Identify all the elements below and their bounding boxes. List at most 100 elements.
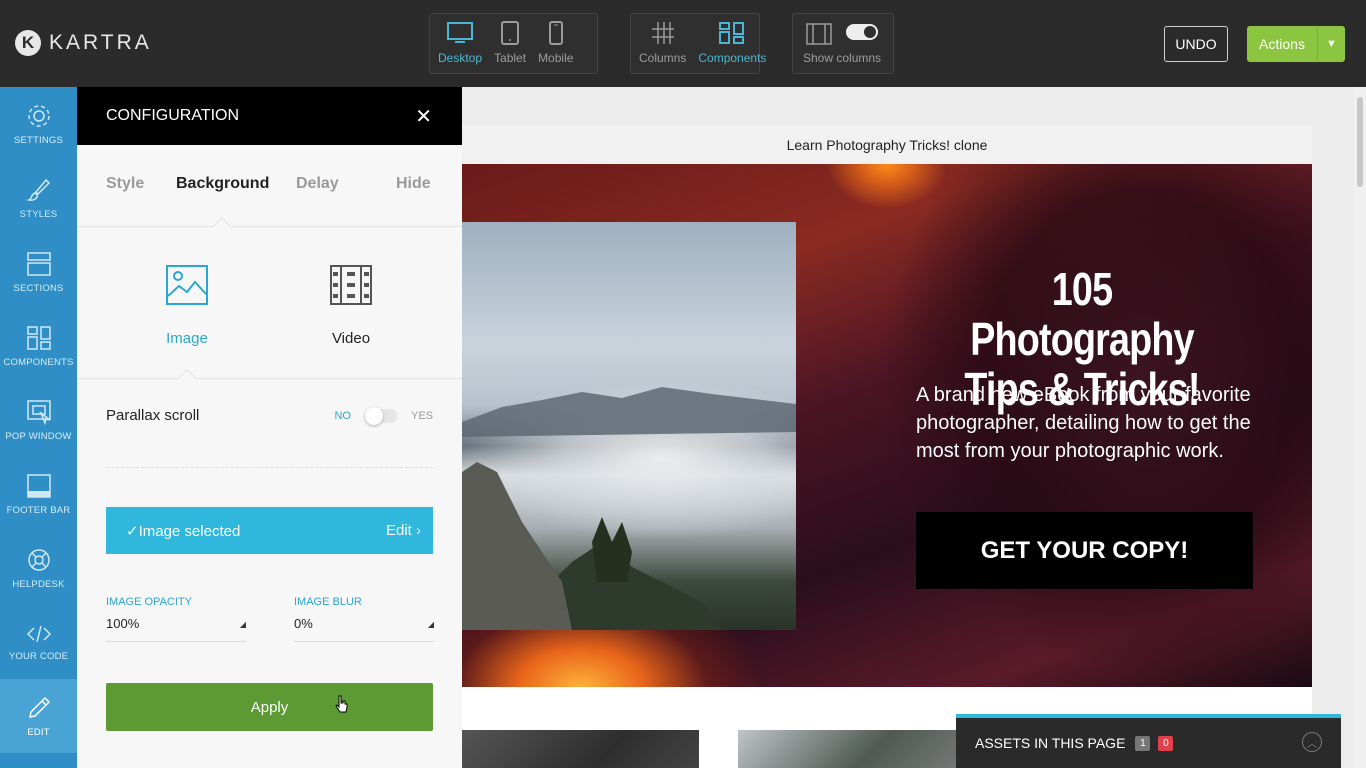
undo-button[interactable]: UNDO [1164,26,1228,62]
sidebar-label-your-code: YOUR CODE [8,650,69,662]
parallax-switch[interactable] [364,407,397,425]
sidebar-item-helpdesk[interactable]: HELPDESK [0,531,77,605]
sections-icon [26,251,51,276]
hero-section[interactable]: 105 Photography Tips & Tricks! A brand n… [462,164,1312,687]
sidebar-item-your-code[interactable]: YOUR CODE [0,605,77,679]
logo-mark: K [15,30,41,56]
assets-bar[interactable]: ASSETS IN THIS PAGE 1 0 ︿ [956,714,1341,768]
hero-subtitle[interactable]: A brand new eBook from your favorite pho… [916,381,1256,465]
tab-style[interactable]: Style [106,175,144,193]
canvas-scrollbar[interactable] [1354,87,1366,768]
gear-icon [27,104,50,127]
top-bar: K KARTRA Desktop Tablet Mobile Columns C… [0,0,1366,87]
parallax-toggle[interactable]: NO YES [334,407,433,425]
sidebar-label-pop-window: POP WINDOW [5,430,72,442]
apply-button[interactable]: Apply [106,683,433,731]
dropdown-arrow-icon: ◢ [427,620,434,629]
page-title: Learn Photography Tricks! clone [462,125,1312,164]
brush-icon [25,178,50,201]
mobile-view-button[interactable]: Mobile [532,14,579,73]
lifebuoy-icon [27,548,50,571]
chevron-up-icon[interactable]: ︿ [1302,732,1322,752]
image-blur-label: IMAGE BLUR [294,596,362,608]
media-option-video[interactable]: Video [291,264,411,347]
columns-button[interactable]: Columns [633,14,692,73]
components-button[interactable]: Components [692,14,772,73]
layout-group: Columns Components [630,13,766,74]
configuration-header: CONFIGURATION ✕ [77,87,462,145]
sidebar-item-styles[interactable]: STYLES [0,161,77,235]
close-icon[interactable]: ✕ [415,104,432,129]
image-blur-field: IMAGE BLUR 0% ◢ [294,596,434,642]
sidebar-label-footer-bar: FOOTER BAR [6,504,71,516]
components-icon [26,325,51,350]
image-blur-value: 0% [294,616,313,631]
image-selected-label: ✓Image selected [126,522,241,540]
image-opacity-select[interactable]: 100% ◢ [106,616,246,642]
landscape-photo-overlay [462,387,796,630]
components-label: Components [698,51,767,65]
device-view-group: Desktop Tablet Mobile [429,13,598,74]
assets-error-badge: 0 [1158,735,1174,751]
parallax-yes-label: YES [410,410,433,422]
sidebar-label-settings: SETTINGS [13,134,64,146]
tablet-label: Tablet [494,51,527,65]
config-tabs: Style Background Delay Hide [77,145,462,237]
tab-delay[interactable]: Delay [296,175,339,193]
logo-text: KARTRA [49,31,152,54]
media-label-image: Image [166,330,208,347]
sidebar-item-pop-window[interactable]: POP WINDOW [0,383,77,457]
kartra-logo[interactable]: K KARTRA [15,30,152,56]
actions-button[interactable]: Actions ▼ [1247,26,1345,62]
mobile-icon [548,21,563,45]
media-type-selector: Image Video [77,227,462,389]
sidebar-label-sections: SECTIONS [13,282,64,294]
sidebar-label-components: COMPONENTS [3,356,74,368]
desktop-view-button[interactable]: Desktop [432,14,488,73]
parallax-no-label: NO [334,410,351,422]
show-columns-toggle[interactable]: Show columns [795,14,887,73]
sidebar-item-edit[interactable]: EDIT [0,679,77,753]
media-option-image[interactable]: Image [127,264,247,347]
media-label-video: Video [331,330,371,347]
get-your-copy-button[interactable]: GET YOUR COPY! [916,512,1253,589]
show-columns-switch[interactable] [846,24,879,40]
tablet-view-button[interactable]: Tablet [488,14,532,73]
tab-hide[interactable]: Hide [396,175,431,193]
dropdown-arrow-icon: ◢ [239,620,246,629]
sidebar-label-edit: EDIT [27,726,50,738]
image-selected-bar[interactable]: ✓Image selected Edit › [106,507,433,554]
image-icon [166,265,208,305]
columns-label: Columns [639,51,687,65]
tablet-icon [501,21,520,45]
image-blur-select[interactable]: 0% ◢ [294,616,434,642]
active-media-indicator [177,369,197,389]
film-strip-icon [330,265,372,305]
image-opacity-label: IMAGE OPACITY [106,596,192,608]
mobile-label: Mobile [538,51,574,65]
image-opacity-value: 100% [106,616,140,631]
tab-background[interactable]: Background [176,175,269,193]
configuration-panel: CONFIGURATION ✕ Style Background Delay H… [77,87,462,768]
show-columns-group: Show columns [792,13,894,74]
scrollbar-thumb[interactable] [1357,97,1363,187]
assets-count-badge: 1 [1135,735,1151,751]
columns-grid-icon [651,22,674,44]
mouse-pointer-icon [335,695,348,713]
show-columns-label: Show columns [803,51,882,65]
assets-label: ASSETS IN THIS PAGE [975,735,1126,751]
configuration-title: CONFIGURATION [106,107,240,124]
edit-image-link[interactable]: Edit › [386,522,421,539]
code-icon [26,625,51,642]
chevron-down-icon[interactable]: ▼ [1317,26,1345,62]
gallery-thumbnail[interactable] [738,730,958,768]
sidebar-item-footer-bar[interactable]: FOOTER BAR [0,457,77,531]
gallery-thumbnail[interactable] [462,730,699,768]
sidebar-item-components[interactable]: COMPONENTS [0,309,77,383]
actions-label: Actions [1259,36,1305,52]
desktop-label: Desktop [438,51,483,65]
sidebar-item-settings[interactable]: SETTINGS [0,87,77,161]
page-canvas: Learn Photography Tricks! clone 105 Phot… [462,87,1366,768]
sidebar-item-sections[interactable]: SECTIONS [0,235,77,309]
desktop-icon [447,22,474,43]
